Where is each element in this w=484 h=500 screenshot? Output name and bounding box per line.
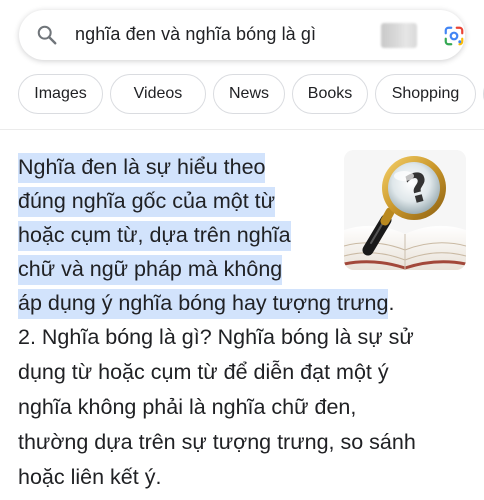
body-line: nghĩa không phải là nghĩa chữ đen, — [18, 395, 357, 419]
highlight-line: áp dụng ý nghĩa bóng hay tượng trưng. — [18, 286, 394, 320]
highlight-line: Nghĩa đen là sự hiểu theo — [18, 150, 338, 184]
magnifying-glass-question-mark-image: ? — [344, 150, 466, 270]
highlight-line: đúng nghĩa gốc của một từ — [18, 184, 338, 218]
highlight-line: hoặc cụm từ, dựa trên nghĩa — [18, 218, 338, 252]
chip-books[interactable]: Books — [292, 74, 368, 114]
highlight-line: chữ và ngữ pháp mà không — [18, 252, 338, 286]
filter-chips: Images Videos News Books Shopping M — [18, 74, 484, 116]
body-line: 2. Nghĩa bóng là gì? Nghĩa bóng là sự sử — [18, 325, 414, 349]
blurred-region — [381, 23, 417, 48]
search-bar[interactable]: nghĩa đen và nghĩa bóng là gì — [19, 10, 465, 60]
divider — [0, 129, 484, 130]
chip-images[interactable]: Images — [18, 74, 103, 114]
search-icon[interactable] — [36, 24, 58, 46]
body-line: dụng từ hoặc cụm từ để diễn đạt một ý — [18, 360, 389, 384]
search-results-page: nghĩa đen và nghĩa bóng là gì Images Vid… — [0, 0, 484, 500]
chip-shopping[interactable]: Shopping — [375, 74, 476, 114]
search-query[interactable]: nghĩa đen và nghĩa bóng là gì — [75, 24, 316, 45]
body-line: thường dựa trên sự tượng trưng, so sánh — [18, 430, 416, 454]
chip-videos[interactable]: Videos — [110, 74, 206, 114]
google-lens-icon[interactable] — [443, 25, 465, 47]
snippet-thumbnail[interactable]: ? — [344, 150, 466, 270]
body-line: hoặc liên kết ý. — [18, 465, 162, 489]
answer-body: 2. Nghĩa bóng là gì? Nghĩa bóng là sự sử… — [18, 320, 470, 495]
chip-news[interactable]: News — [213, 74, 285, 114]
featured-snippet-highlight: Nghĩa đen là sự hiểu theo đúng nghĩa gốc… — [18, 150, 394, 320]
